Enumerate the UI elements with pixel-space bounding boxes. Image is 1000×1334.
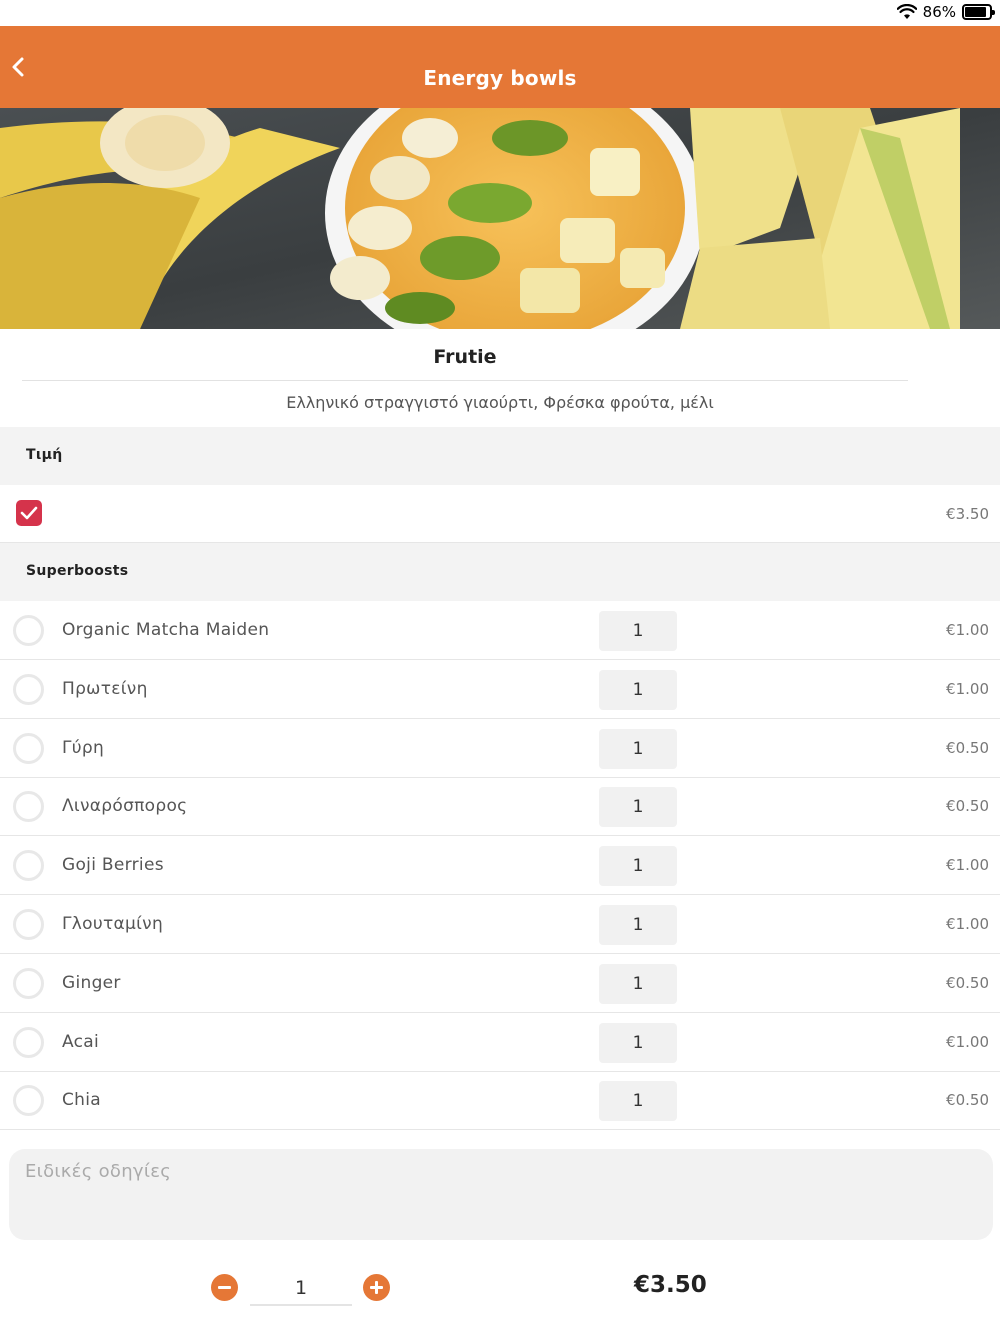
superboost-radio[interactable] [13,791,44,823]
battery-level [965,7,986,17]
battery-icon [962,4,995,20]
superboost-quantity-field[interactable]: 1 [599,963,677,1004]
special-instructions-field[interactable]: Ειδικές οδηγίες [9,1149,993,1240]
superboost-radio[interactable] [13,909,44,940]
superboost-radio[interactable] [13,1026,44,1058]
product-image [0,108,1000,329]
superboost-radio[interactable] [13,732,44,764]
superboost-price: €1.00 [946,1032,989,1051]
product-description: Ελληνικό στραγγιστό γιαούρτι, Φρέσκα φρο… [286,393,714,412]
superboost-row[interactable]: Organic Matcha Maiden 1 €1.00 [0,601,1000,660]
superboost-name: Πρωτείνη [62,678,148,699]
status-indicators: 86% [896,3,995,21]
superboost-price: €1.00 [946,915,989,933]
superboost-price: €1.00 [946,856,989,875]
superboost-quantity-field[interactable]: 1 [599,787,677,828]
superboosts-section-header: Superboosts [0,543,1000,601]
superboost-name: Organic Matcha Maiden [62,620,270,640]
superboost-row[interactable]: Γύρη 1 €0.50 [0,719,1000,778]
battery-tip [992,10,995,15]
price-checkbox[interactable] [16,500,42,526]
superboost-name: Chia [62,1090,101,1111]
superboost-price: €0.50 [946,1091,989,1110]
superboost-price: €0.50 [946,973,989,992]
status-bar: 86% [0,0,1000,26]
base-price: €3.50 [946,505,989,523]
superboost-price: €1.00 [946,621,989,639]
product-name: Frutie [433,346,497,368]
divider [22,380,908,381]
superboost-name: Ginger [62,972,121,993]
superboost-quantity-field[interactable]: 1 [599,846,677,887]
page-title: Energy bowls [423,66,577,90]
superboost-name: Λιναρόσπορος [62,796,188,817]
wifi-icon [896,4,917,19]
increase-quantity-button[interactable] [363,1274,390,1301]
battery-percent: 86% [922,3,956,21]
superboost-radio[interactable] [13,673,44,705]
superboost-row[interactable]: Ginger 1 €0.50 [0,954,1000,1013]
special-instructions-placeholder: Ειδικές οδηγίες [25,1161,172,1182]
superboost-price: €0.50 [946,738,989,757]
superboost-row[interactable]: Γλουταμίνη 1 €1.00 [0,895,1000,954]
superboost-row[interactable]: Πρωτείνη 1 €1.00 [0,660,1000,719]
superboost-name: Acai [62,1031,100,1052]
superboost-price: €1.00 [946,679,989,698]
price-option-row[interactable]: €3.50 [0,485,1000,543]
superboost-radio[interactable] [13,967,44,999]
superboost-quantity-field[interactable]: 1 [599,905,677,945]
superboost-name: Γύρη [62,737,105,758]
superboost-row[interactable]: Chia 1 €0.50 [0,1071,1000,1131]
total-price: €3.50 [634,1272,707,1298]
superboost-radio[interactable] [13,1085,44,1117]
superboost-price: €0.50 [946,797,989,816]
superboost-radio[interactable] [13,615,44,646]
quantity-field[interactable]: 1 [250,1270,352,1306]
superboost-quantity-field[interactable]: 1 [599,611,677,651]
nav-bar: Energy bowls [0,26,1000,108]
checkmark-icon [20,506,38,520]
superboost-quantity-field[interactable]: 1 [599,1081,677,1122]
superboost-quantity-field[interactable]: 1 [599,669,677,710]
superboosts-section-title: Superboosts [26,563,129,579]
price-section-title: Τιμή [26,447,63,463]
superboost-name: Γλουταμίνη [62,914,164,934]
decrease-quantity-button[interactable] [211,1274,238,1301]
superboost-quantity-field[interactable]: 1 [599,1022,677,1063]
superboost-radio[interactable] [13,850,44,882]
superboost-row[interactable]: Acai 1 €1.00 [0,1013,1000,1072]
fruit-bowl-image [0,108,1000,329]
superboost-name: Goji Berries [62,855,164,876]
superboost-row[interactable]: Goji Berries 1 €1.00 [0,836,1000,896]
superboost-quantity-field[interactable]: 1 [599,728,677,769]
superboost-row[interactable]: Λιναρόσπορος 1 €0.50 [0,777,1000,837]
price-section-header: Τιμή [0,427,1000,485]
